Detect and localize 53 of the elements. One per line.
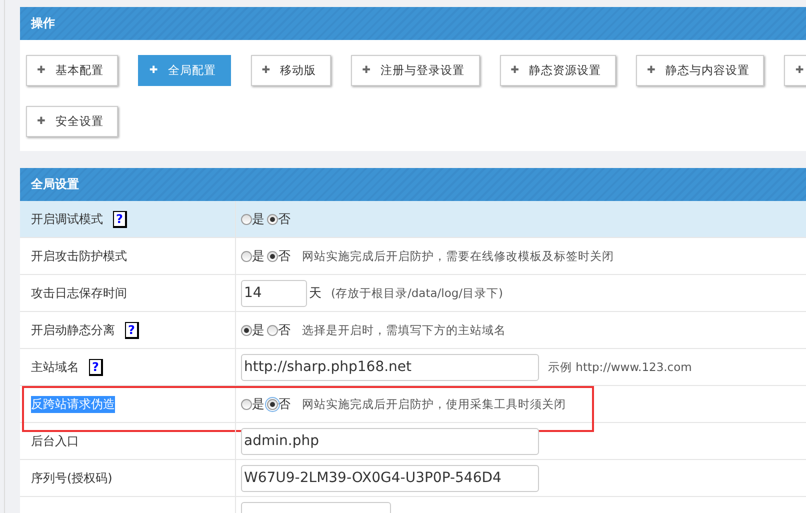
- config-tab[interactable]: ✚ 移动版: [250, 55, 332, 86]
- radio-label[interactable]: 否: [278, 248, 291, 264]
- help-icon[interactable]: ?: [125, 322, 139, 338]
- plus-icon: ✚: [262, 65, 270, 76]
- radio-label[interactable]: 是: [252, 322, 265, 338]
- hint-text: 网站实施完成后开启防护，使用采集工具时须关闭: [302, 396, 566, 412]
- setting-label: 攻击日志保存时间: [31, 284, 127, 302]
- plus-icon: ✚: [37, 116, 46, 127]
- setting-label: 主站域名: [31, 358, 79, 376]
- panel-header: 全局设置: [20, 168, 806, 201]
- radio-button[interactable]: [267, 324, 278, 336]
- setting-label: 开启调试模式: [31, 210, 103, 228]
- text-field[interactable]: 14: [241, 280, 307, 306]
- unit-label: 天: [309, 284, 322, 302]
- panel-header: 操作: [20, 7, 806, 40]
- help-icon[interactable]: ?: [113, 210, 127, 228]
- plus-icon: ✚: [646, 65, 656, 76]
- hint-text: 选择是开启时，需填写下方的主站域名: [302, 322, 506, 338]
- plus-icon: ✚: [795, 65, 804, 76]
- radio-label[interactable]: 否: [278, 210, 291, 228]
- setting-label: 序列号(授权码): [31, 470, 112, 486]
- text-field[interactable]: admin.php: [241, 428, 539, 454]
- text-field[interactable]: W67U9-2LM39-OX0G4-U3P0P-546D4: [241, 464, 539, 492]
- radio-button[interactable]: [241, 214, 252, 224]
- text-field[interactable]: http://sharp.php168.net: [241, 354, 539, 380]
- plus-icon: ✚: [37, 65, 46, 76]
- config-tab[interactable]: ✚ 基本配置: [26, 55, 118, 86]
- plus-icon: ✚: [510, 65, 519, 76]
- radio-label[interactable]: 否: [278, 322, 291, 338]
- radio-button[interactable]: [267, 214, 278, 224]
- radio-button[interactable]: [267, 250, 278, 262]
- hint-text: 网站实施完成后开启防护，需要在线修改模板及标签时关闭: [302, 248, 614, 264]
- config-tab[interactable]: ✚ 静态与内容设置: [636, 55, 764, 86]
- radio-button[interactable]: [267, 398, 278, 410]
- radio-label[interactable]: 是: [252, 210, 265, 228]
- hint-text: (存放于根目录/data/log/目录下): [331, 286, 504, 300]
- config-tab[interactable]: ✚ 注册与登录设置: [351, 55, 480, 86]
- radio-button[interactable]: [241, 250, 252, 262]
- hint-text: 示例 http://www.123.com: [548, 360, 692, 374]
- setting-label: 反跨站请求伪造: [31, 396, 115, 412]
- radio-label[interactable]: 是: [252, 396, 265, 412]
- config-tab[interactable]: ✚: [784, 55, 806, 86]
- radio-button[interactable]: [241, 324, 252, 336]
- plus-icon: ✚: [149, 65, 158, 76]
- config-tab[interactable]: ✚ 安全设置: [26, 106, 118, 137]
- plus-icon: ✚: [362, 65, 371, 76]
- setting-label: 开启动静态分离: [31, 322, 115, 338]
- setting-label: 开启攻击防护模式: [31, 248, 127, 264]
- radio-label[interactable]: 是: [252, 248, 265, 264]
- setting-label: 后台入口: [31, 432, 79, 450]
- radio-button[interactable]: [241, 398, 252, 410]
- help-icon[interactable]: ?: [89, 358, 103, 376]
- config-tab[interactable]: ✚ 静态资源设置: [500, 55, 616, 86]
